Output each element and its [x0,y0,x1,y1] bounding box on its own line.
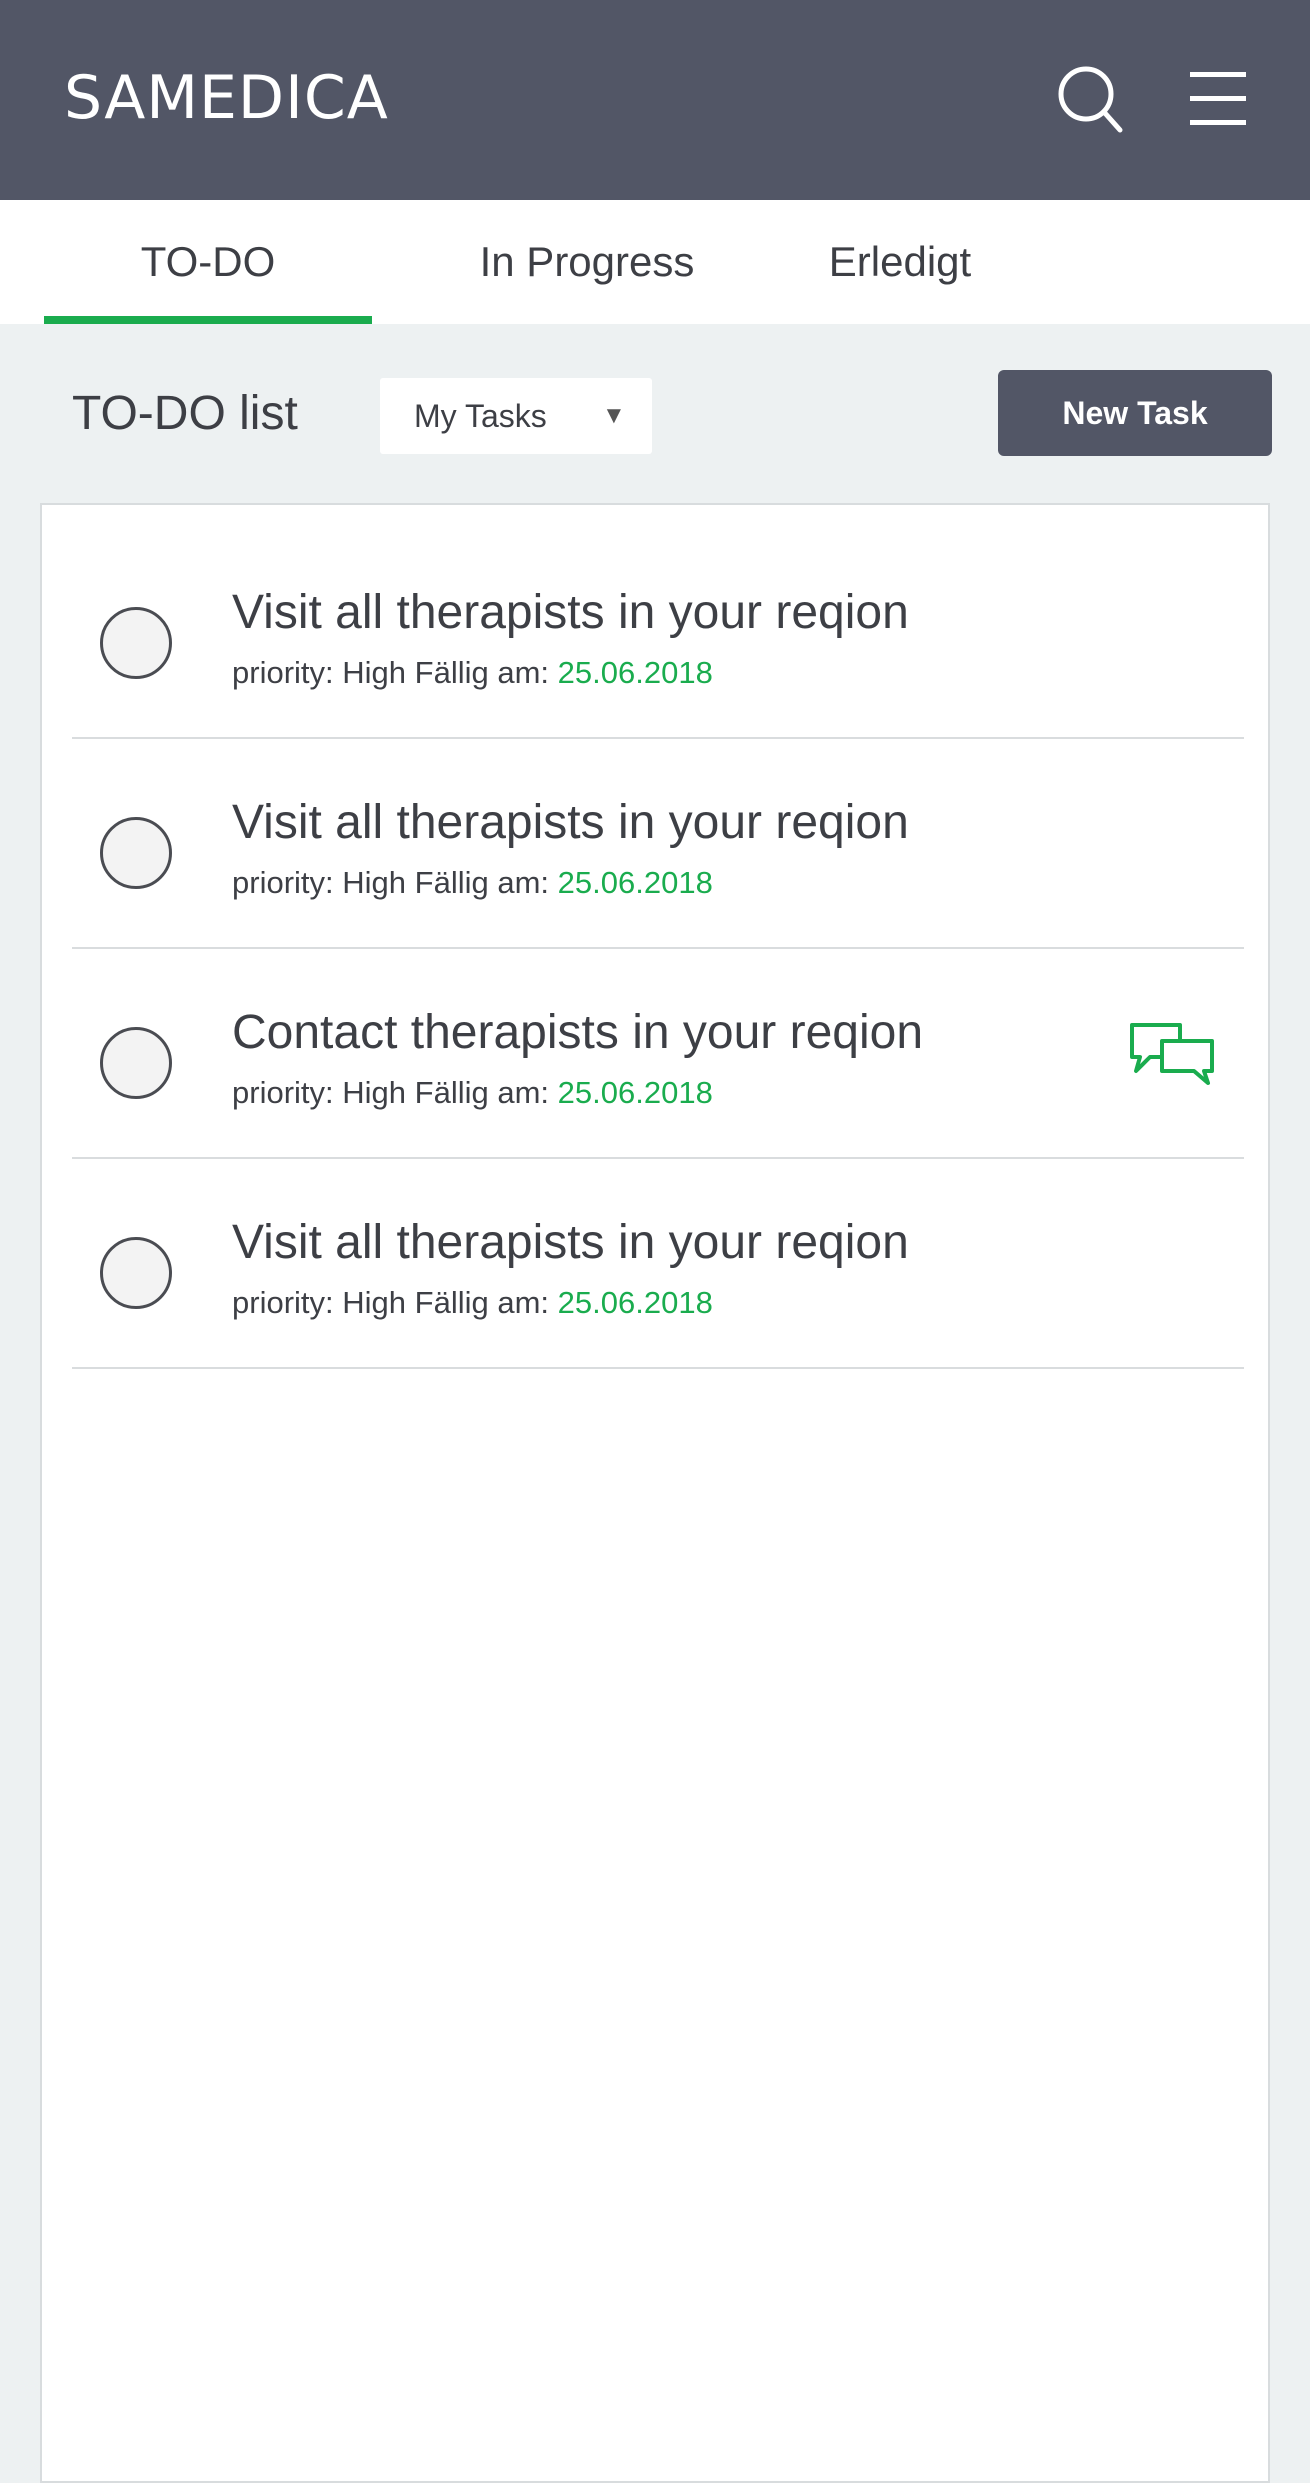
priority-value: High [342,655,407,690]
task-title: Visit all therapists in your reqion [232,1216,909,1269]
hamburger-menu-icon [1190,72,1246,125]
task-item[interactable]: Visit all therapists in your reqion prio… [72,1159,1244,1369]
priority-label: priority: [232,1075,334,1110]
new-task-button[interactable]: New Task [998,370,1272,456]
search-icon [1058,66,1123,133]
task-meta: priority: High Fällig am: 25.06.2018 [232,1283,713,1323]
app-header: SAMEDICA [0,0,1310,200]
priority-label: priority: [232,1285,334,1320]
comments-button[interactable] [1128,1019,1218,1089]
menu-button[interactable] [1186,60,1256,136]
due-date: 25.06.2018 [557,1285,713,1320]
task-title: Visit all therapists in your reqion [232,586,909,639]
chat-bubbles-icon [1130,1023,1214,1085]
task-meta: priority: High Fällig am: 25.06.2018 [232,863,713,903]
due-date: 25.06.2018 [557,1075,713,1110]
status-tabs: TO-DO In Progress Erledigt [0,200,1310,324]
task-complete-checkbox[interactable] [100,607,172,679]
task-title: Visit all therapists in your reqion [232,796,909,849]
task-meta: priority: High Fällig am: 25.06.2018 [232,1073,713,1113]
priority-value: High [342,1285,407,1320]
task-item[interactable]: Contact therapists in your reqion priori… [72,949,1244,1159]
task-complete-checkbox[interactable] [100,1027,172,1099]
due-date: 25.06.2018 [557,655,713,690]
due-label: Fällig am: [414,1075,550,1110]
task-list: Visit all therapists in your reqion prio… [40,503,1270,2483]
search-button[interactable] [1056,60,1126,136]
tab-in-progress[interactable]: In Progress [440,200,734,324]
task-complete-checkbox[interactable] [100,1237,172,1309]
task-meta: priority: High Fällig am: 25.06.2018 [232,653,713,693]
task-complete-checkbox[interactable] [100,817,172,889]
due-label: Fällig am: [414,865,550,900]
priority-value: High [342,1075,407,1110]
priority-label: priority: [232,865,334,900]
dropdown-arrow-icon: ▼ [602,402,626,429]
app-logo: SAMEDICA [64,63,389,133]
tab-erledigt[interactable]: Erledigt [800,200,1000,324]
task-item[interactable]: Visit all therapists in your reqion prio… [72,739,1244,949]
task-filter-value: My Tasks [414,398,547,434]
task-filter-dropdown[interactable]: My Tasks ▼ [380,378,652,454]
priority-value: High [342,865,407,900]
priority-label: priority: [232,655,334,690]
task-item[interactable]: Visit all therapists in your reqion prio… [72,529,1244,739]
list-title: TO-DO list [72,387,298,440]
due-label: Fällig am: [414,1285,550,1320]
tab-todo[interactable]: TO-DO [44,200,372,324]
due-label: Fällig am: [414,655,550,690]
task-title: Contact therapists in your reqion [232,1006,924,1059]
active-tab-indicator [44,316,372,324]
due-date: 25.06.2018 [557,865,713,900]
